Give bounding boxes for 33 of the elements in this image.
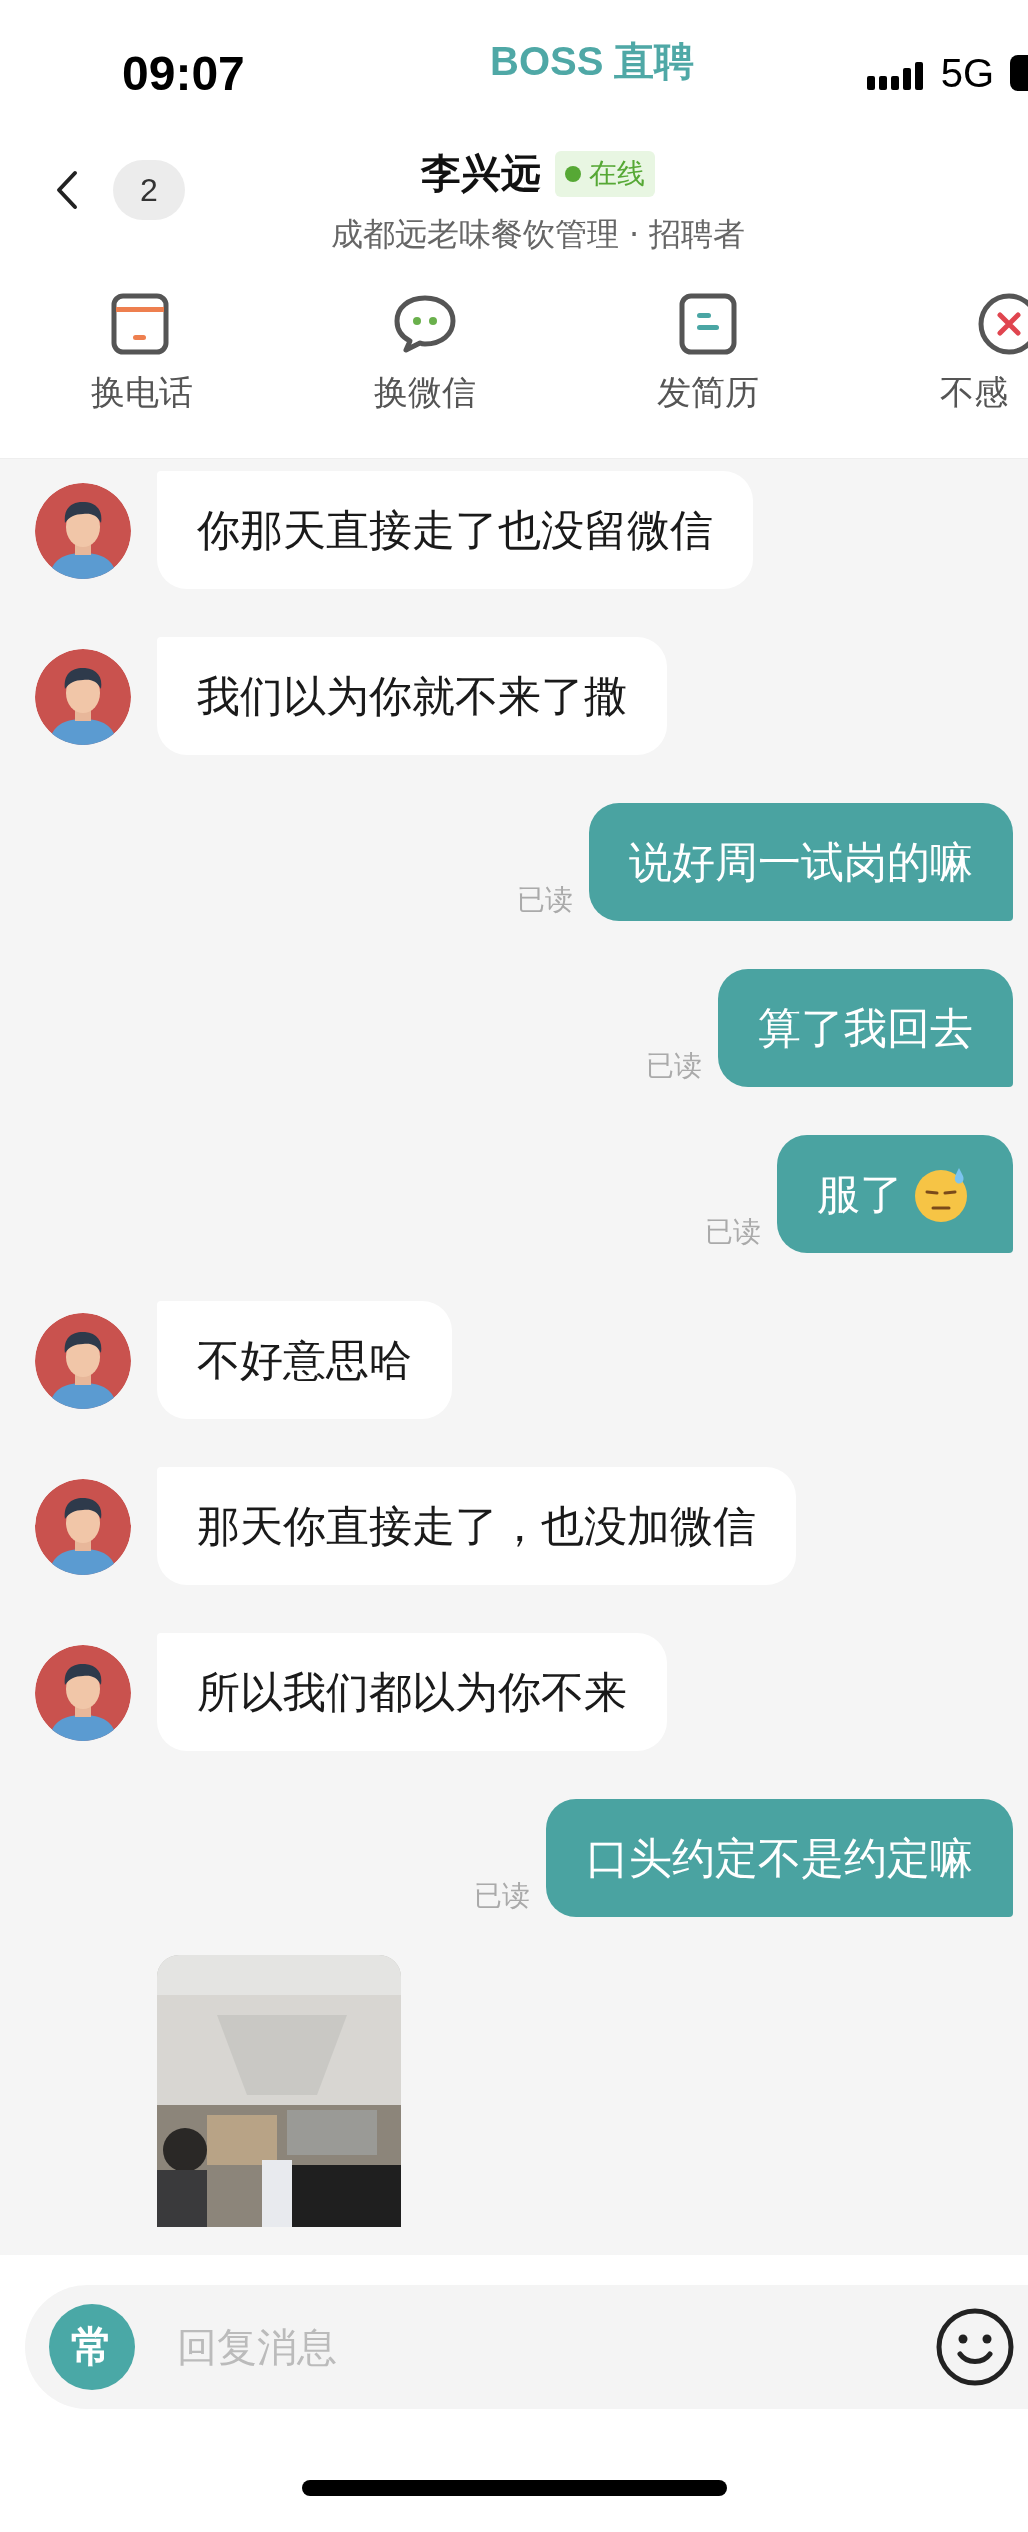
- action-button[interactable]: 不感: [849, 280, 1028, 458]
- message-bubble: 口头约定不是约定嘛: [546, 1799, 1013, 1917]
- action-button[interactable]: 发简历: [566, 280, 849, 458]
- back-icon: [55, 170, 79, 210]
- back-button[interactable]: [55, 170, 79, 210]
- avatar-icon: [35, 649, 131, 745]
- avatar-icon: [35, 483, 131, 579]
- emoji-button[interactable]: [935, 2307, 1015, 2387]
- message-bubble: 那天你直接走了，也没加微信: [157, 1467, 796, 1585]
- message-bubble: 我们以为你就不来了撒: [157, 637, 667, 755]
- message-bubble: 你那天直接走了也没留微信: [157, 471, 753, 589]
- message-bubble: 说好周一试岗的嘛: [589, 803, 1013, 921]
- contact-name: 李兴远: [421, 149, 541, 198]
- message-text: 服了: [817, 1173, 903, 1215]
- action-button[interactable]: 换电话: [0, 280, 283, 458]
- avatar-icon: [35, 1313, 131, 1409]
- avatar-icon: [35, 1479, 131, 1575]
- smiley-icon: [935, 2307, 1015, 2387]
- read-receipt: 已读: [705, 1214, 761, 1250]
- action-button[interactable]: 换微信: [283, 280, 566, 458]
- read-receipt: 已读: [517, 882, 573, 918]
- message-bubble: 算了我回去: [718, 969, 1013, 1087]
- contact-subtitle: 成都远老味餐饮管理 · 招聘者: [330, 214, 746, 255]
- read-receipt: 已读: [646, 1048, 702, 1084]
- app-logo: BOSS 直聘: [490, 38, 695, 85]
- read-receipt: 已读: [474, 1878, 530, 1914]
- message-bubble: 不好意思哈: [157, 1301, 452, 1419]
- online-status-badge: 在线: [555, 150, 655, 197]
- avatar-icon: [35, 1645, 131, 1741]
- unread-count-badge: 2: [113, 160, 185, 220]
- network-label: 5G: [940, 50, 994, 96]
- message-bubble: 所以我们都以为你不来: [157, 1633, 667, 1751]
- clock-time: 09:07: [122, 45, 245, 101]
